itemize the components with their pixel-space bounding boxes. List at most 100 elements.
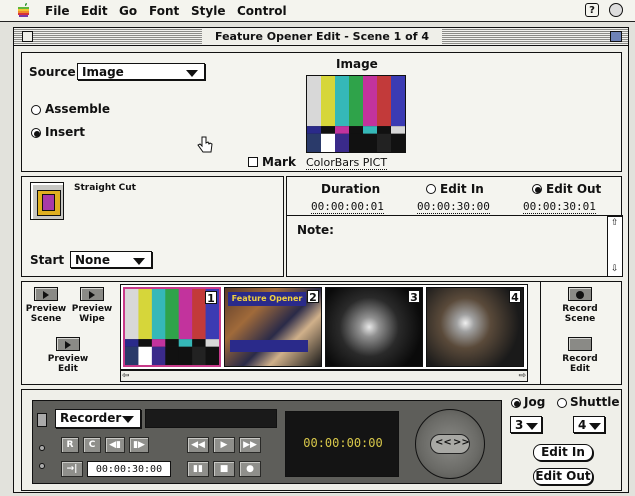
source-value: Image bbox=[82, 65, 124, 79]
application-icon[interactable] bbox=[609, 3, 623, 17]
scene-thumbnail-3[interactable]: 3 bbox=[325, 287, 423, 367]
shuttle-label: Shuttle bbox=[570, 395, 620, 409]
device-status-field bbox=[145, 409, 277, 428]
insert-radio[interactable] bbox=[31, 128, 41, 138]
record-led bbox=[39, 463, 45, 469]
menu-style[interactable]: Style bbox=[191, 4, 225, 18]
scene-thumbnail-2[interactable]: Feature Opener 2 bbox=[224, 287, 322, 367]
step-back-button[interactable]: ◀▮ bbox=[105, 437, 125, 453]
jog-wheel[interactable]: << >> bbox=[415, 409, 485, 479]
eject-slot bbox=[37, 413, 47, 427]
wheel-reverse-button[interactable]: << bbox=[435, 437, 452, 448]
edit-out-label: Edit Out bbox=[546, 182, 602, 196]
scene-2-caption: Feature Opener bbox=[228, 292, 306, 306]
record-scene-label: Record Scene bbox=[562, 304, 598, 324]
storyboard-panel: Preview Scene Preview Wipe Preview Edit … bbox=[21, 281, 622, 385]
apple-logo-icon[interactable] bbox=[17, 3, 30, 18]
wheel-forward-button[interactable]: >> bbox=[453, 437, 470, 448]
chevron-down-icon bbox=[133, 258, 145, 265]
preview-wipe-button[interactable] bbox=[80, 287, 104, 301]
mark-checkbox[interactable] bbox=[248, 157, 258, 167]
scene-strip: 1 Feature Opener 2 3 4 bbox=[120, 284, 528, 370]
jog-label: Jog bbox=[524, 395, 546, 409]
power-led bbox=[39, 445, 45, 451]
edit-out-value[interactable]: 00:00:30:01 bbox=[523, 200, 596, 214]
transition-panel: Straight Cut Start None bbox=[21, 176, 284, 277]
device-value: Recorder bbox=[60, 411, 122, 425]
record-edit-button[interactable] bbox=[568, 337, 592, 351]
scene-number-3: 3 bbox=[408, 290, 420, 304]
source-popup[interactable]: Image bbox=[77, 63, 205, 80]
edit-in-label: Edit In bbox=[440, 182, 484, 196]
scroll-up-icon[interactable]: ⇧ bbox=[611, 219, 619, 228]
scene-number-4: 4 bbox=[509, 290, 521, 304]
duration-value[interactable]: 00:00:00:01 bbox=[311, 200, 384, 214]
scene-2-lower-third bbox=[230, 340, 308, 352]
device-popup[interactable]: Recorder bbox=[55, 409, 141, 428]
image-filename: ColorBars PICT bbox=[306, 156, 388, 170]
straight-cut-icon[interactable] bbox=[30, 182, 64, 220]
scroll-down-icon[interactable]: ⇩ bbox=[611, 265, 619, 274]
image-heading: Image bbox=[336, 57, 378, 71]
preview-scene-label: Preview Scene bbox=[25, 304, 67, 324]
jog-radio[interactable] bbox=[511, 398, 521, 408]
zoom-box-icon[interactable] bbox=[610, 31, 622, 42]
menu-go[interactable]: Go bbox=[119, 4, 137, 18]
edit-out-button[interactable]: Edit Out bbox=[533, 468, 593, 485]
menu-font[interactable]: Font bbox=[149, 4, 179, 18]
scroll-right-icon[interactable]: ⇨ bbox=[518, 371, 526, 381]
title-bar[interactable]: Feature Opener Edit - Scene 1 of 4 bbox=[14, 28, 628, 46]
deck-controller: Recorder R C ◀▮ ▮▶ →| 00:00:30:00 ◀◀ ▶ ▶… bbox=[32, 400, 502, 484]
chevron-down-icon bbox=[186, 70, 198, 77]
image-preview[interactable] bbox=[306, 75, 406, 153]
edit-in-value[interactable]: 00:00:30:00 bbox=[417, 200, 490, 214]
start-popup[interactable]: None bbox=[70, 251, 152, 268]
play-button[interactable]: ▶ bbox=[213, 437, 235, 453]
shuttle-speed-popup[interactable]: 4 bbox=[573, 416, 605, 433]
help-balloon-icon[interactable]: ? bbox=[585, 3, 599, 17]
note-scrollbar[interactable]: ⇧ ⇩ bbox=[607, 216, 623, 277]
fast-forward-button[interactable]: ▶▶ bbox=[239, 437, 261, 453]
timecode-display: 00:00:00:00 bbox=[285, 411, 399, 477]
stop-button[interactable]: ■ bbox=[213, 461, 235, 477]
record-button[interactable]: ● bbox=[239, 461, 261, 477]
preview-scene-button[interactable] bbox=[34, 287, 58, 301]
shuttle-radio[interactable] bbox=[557, 398, 567, 408]
menu-control[interactable]: Control bbox=[237, 4, 287, 18]
record-scene-button[interactable] bbox=[568, 287, 592, 301]
rewind-button[interactable]: ◀◀ bbox=[187, 437, 209, 453]
deck-panel: Recorder R C ◀▮ ▮▶ →| 00:00:30:00 ◀◀ ▶ ▶… bbox=[21, 389, 622, 491]
edit-in-button[interactable]: Edit In bbox=[533, 444, 593, 461]
chevron-down-icon bbox=[122, 416, 134, 423]
edit-out-radio[interactable] bbox=[532, 184, 542, 194]
edit-in-radio[interactable] bbox=[426, 184, 436, 194]
timing-panel: Duration 00:00:00:01 Edit In 00:00:30:00… bbox=[286, 176, 623, 277]
pause-button[interactable]: ▮▮ bbox=[187, 461, 209, 477]
hand-cursor-icon bbox=[197, 136, 213, 153]
scroll-left-icon[interactable]: ⇦ bbox=[122, 371, 130, 381]
go-to-button[interactable]: →| bbox=[61, 461, 83, 477]
step-forward-button[interactable]: ▮▶ bbox=[129, 437, 149, 453]
shuttle-speed-value: 4 bbox=[578, 418, 587, 432]
menu-file[interactable]: File bbox=[45, 4, 70, 18]
scene-scrollbar[interactable]: ⇦ ⇨ bbox=[120, 370, 528, 382]
scene-thumbnail-1[interactable]: 1 bbox=[123, 287, 221, 367]
scene-number-2: 2 bbox=[307, 290, 319, 304]
jog-speed-popup[interactable]: 3 bbox=[510, 416, 542, 433]
scene-thumbnail-4[interactable]: 4 bbox=[426, 287, 524, 367]
assemble-radio[interactable] bbox=[31, 105, 41, 115]
scene-number-1: 1 bbox=[205, 291, 217, 305]
timecode-field[interactable]: 00:00:30:00 bbox=[87, 461, 171, 477]
duration-label: Duration bbox=[321, 182, 381, 196]
source-label: Source bbox=[29, 65, 76, 79]
menu-edit[interactable]: Edit bbox=[81, 4, 108, 18]
chevron-down-icon bbox=[589, 423, 601, 430]
preview-edit-button[interactable] bbox=[56, 337, 80, 351]
cue-button[interactable]: C bbox=[83, 437, 101, 453]
rewind-reel-button[interactable]: R bbox=[61, 437, 79, 453]
colorbars-image bbox=[307, 76, 406, 152]
close-box-icon[interactable] bbox=[22, 31, 33, 42]
preview-edit-label: Preview Edit bbox=[47, 354, 89, 374]
source-panel: Source Image Assemble Insert Image Mark … bbox=[21, 52, 622, 172]
display-timecode: 00:00:00:00 bbox=[303, 436, 383, 450]
